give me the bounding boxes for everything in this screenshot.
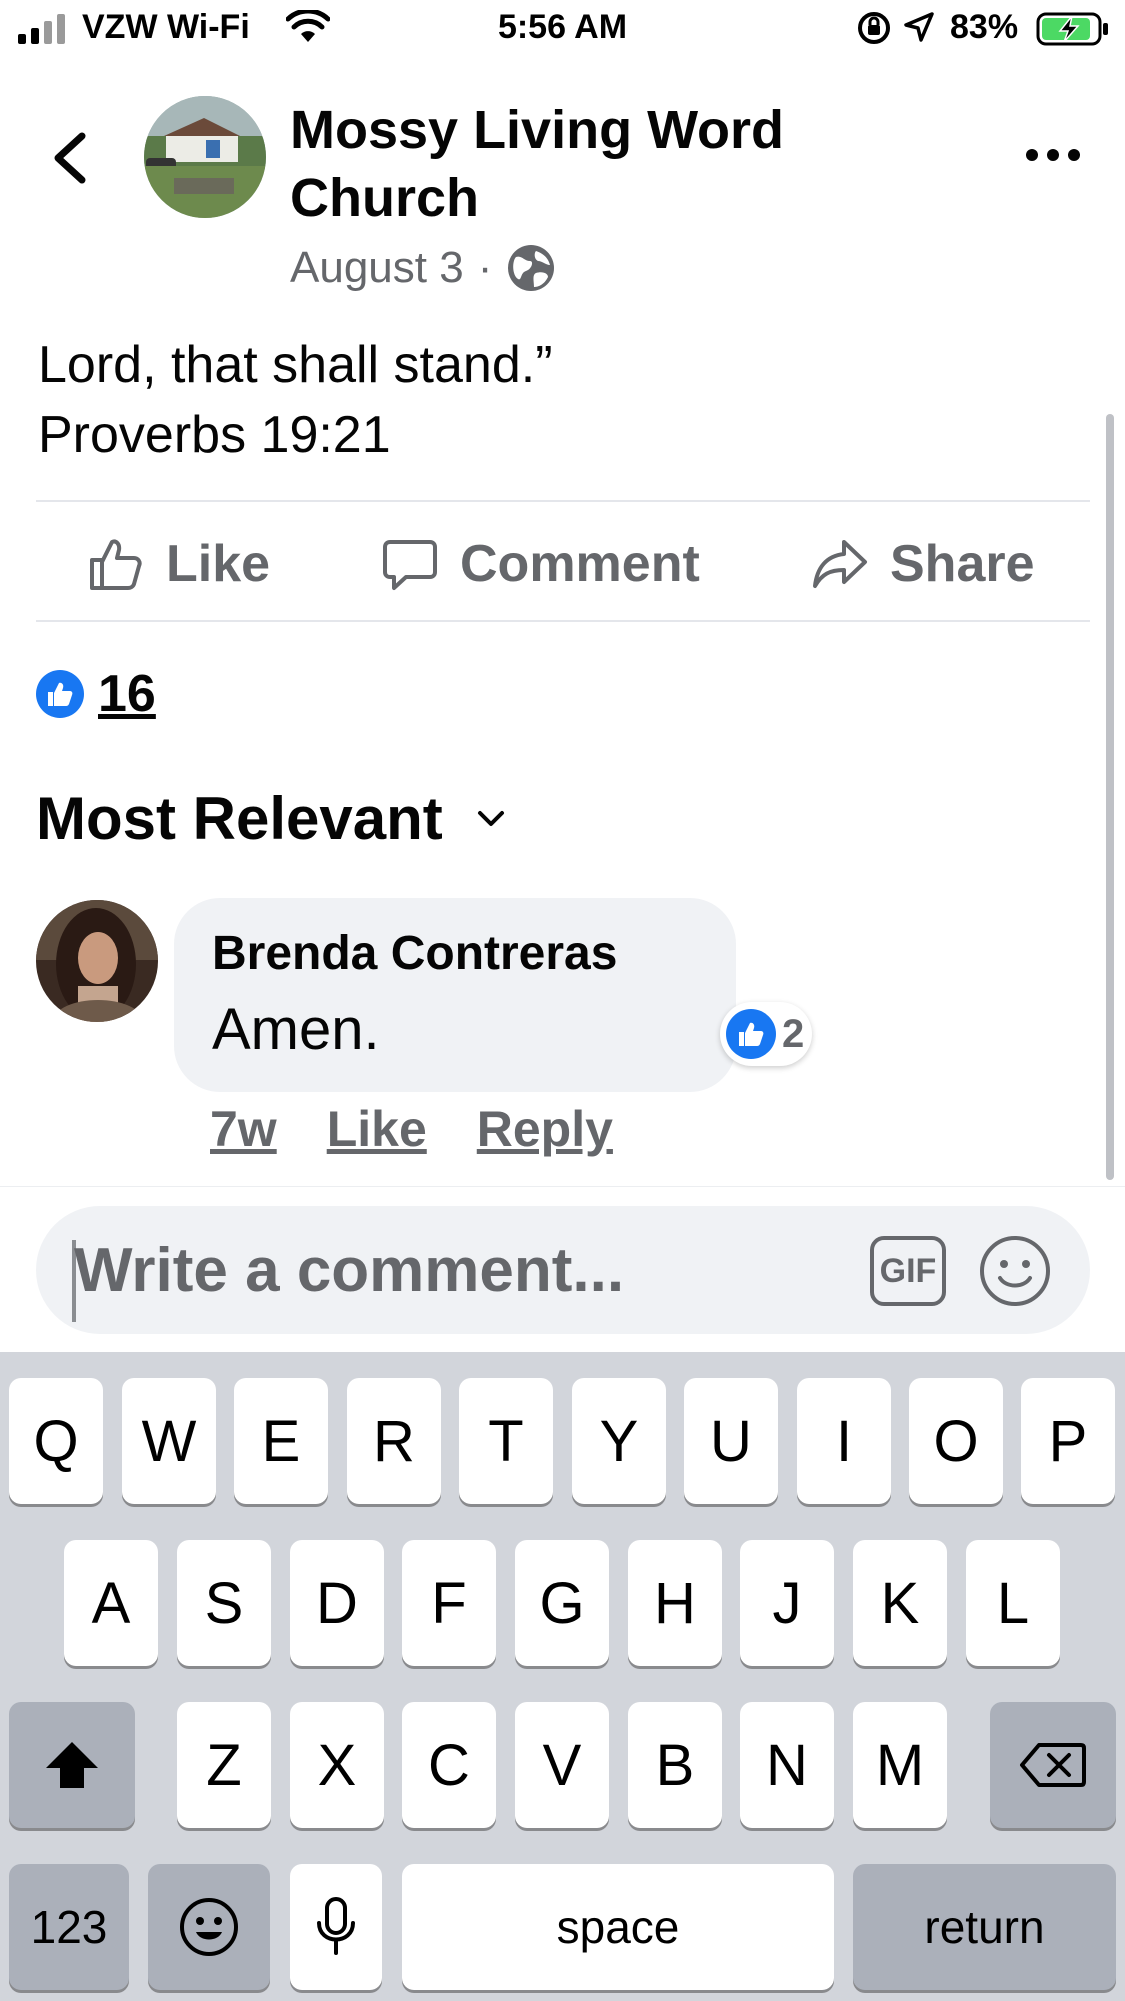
emoji-button[interactable]: [978, 1234, 1052, 1308]
share-label: Share: [890, 535, 1035, 593]
page-name[interactable]: Mossy Living Word Church: [290, 96, 890, 232]
comment-sort-selector[interactable]: Most Relevant: [36, 784, 505, 853]
like-label: Like: [166, 535, 271, 593]
key-j[interactable]: J: [740, 1540, 834, 1666]
shift-arrow-icon: [46, 1742, 98, 1788]
key-v[interactable]: V: [515, 1702, 609, 1828]
comment-input[interactable]: [74, 1220, 834, 1320]
post-actions: Like Comment Share: [36, 508, 1090, 620]
key-o[interactable]: O: [909, 1378, 1003, 1504]
comment-bubble[interactable]: Brenda Contreras Amen.: [174, 898, 736, 1092]
key-b[interactable]: B: [628, 1702, 722, 1828]
like-button[interactable]: Like: [88, 508, 270, 620]
key-x[interactable]: X: [290, 1702, 384, 1828]
microphone-icon: [317, 1897, 355, 1955]
emoji-keyboard-key[interactable]: [148, 1864, 270, 1990]
key-q[interactable]: Q: [9, 1378, 103, 1504]
key-z[interactable]: Z: [177, 1702, 271, 1828]
comment-age[interactable]: 7w: [210, 1100, 277, 1158]
space-key[interactable]: space: [402, 1864, 834, 1990]
status-bar: VZW Wi-Fi 5:56 AM 83%: [0, 0, 1125, 60]
comment-actions: 7w Like Reply: [210, 1100, 663, 1158]
commenter-avatar[interactable]: [36, 900, 158, 1022]
orientation-lock-icon: [858, 12, 890, 44]
chevron-down-icon: [477, 810, 504, 826]
post-meta: August 3 ·: [290, 240, 556, 296]
key-d[interactable]: D: [290, 1540, 384, 1666]
comment-reply-button[interactable]: Reply: [477, 1100, 613, 1158]
meta-separator: ·: [477, 243, 493, 292]
shift-key[interactable]: [9, 1702, 135, 1828]
backspace-icon: [1020, 1743, 1086, 1787]
gif-button[interactable]: GIF: [870, 1236, 946, 1306]
comment-icon: [383, 540, 437, 590]
reaction-summary[interactable]: 16: [36, 664, 156, 724]
page-avatar[interactable]: [144, 96, 266, 218]
more-options-button[interactable]: [1024, 140, 1082, 170]
key-m[interactable]: M: [853, 1702, 947, 1828]
key-l[interactable]: L: [966, 1540, 1060, 1666]
dictation-key[interactable]: [290, 1864, 382, 1990]
gif-label: GIF: [879, 1251, 937, 1290]
comment-composer[interactable]: GIF: [36, 1206, 1090, 1334]
key-f[interactable]: F: [402, 1540, 496, 1666]
reaction-count[interactable]: 16: [98, 664, 156, 724]
key-s[interactable]: S: [177, 1540, 271, 1666]
key-y[interactable]: Y: [572, 1378, 666, 1504]
key-p[interactable]: P: [1021, 1378, 1115, 1504]
battery-charging-icon: [1036, 12, 1108, 46]
post-text-line: Lord, that shall stand.”: [38, 336, 553, 394]
post-text-line: Proverbs 19:21: [38, 406, 391, 464]
key-w[interactable]: W: [122, 1378, 216, 1504]
key-c[interactable]: C: [402, 1702, 496, 1828]
keyboard: Q W E R T Y U I O P A S D F G H J K L Z …: [0, 1352, 1125, 2001]
divider: [36, 620, 1090, 622]
key-k[interactable]: K: [853, 1540, 947, 1666]
scrollbar[interactable]: [1106, 414, 1114, 1180]
key-n[interactable]: N: [740, 1702, 834, 1828]
numbers-key[interactable]: 123: [9, 1864, 129, 1990]
comment-reaction-count: 2: [782, 1011, 805, 1056]
key-h[interactable]: H: [628, 1540, 722, 1666]
back-button[interactable]: [48, 130, 92, 186]
comment-author[interactable]: Brenda Contreras: [212, 926, 617, 981]
battery-percentage: 83%: [950, 8, 1019, 46]
post-text: Lord, that shall stand.” Proverbs 19:21: [38, 330, 1078, 470]
comment-label: Comment: [460, 535, 700, 593]
thumbs-up-icon: [90, 539, 142, 590]
key-a[interactable]: A: [64, 1540, 158, 1666]
key-e[interactable]: E: [234, 1378, 328, 1504]
divider: [36, 500, 1090, 502]
share-button[interactable]: Share: [812, 508, 1035, 620]
comment-button[interactable]: Comment: [382, 508, 700, 620]
key-u[interactable]: U: [684, 1378, 778, 1504]
return-key[interactable]: return: [853, 1864, 1116, 1990]
share-icon: [813, 540, 867, 588]
key-g[interactable]: G: [515, 1540, 609, 1666]
backspace-key[interactable]: [990, 1702, 1116, 1828]
like-reaction-icon: [726, 1009, 776, 1059]
key-r[interactable]: R: [347, 1378, 441, 1504]
emoji-icon: [180, 1898, 238, 1956]
comment-like-button[interactable]: Like: [327, 1100, 427, 1158]
globe-icon: [508, 245, 555, 291]
sort-label: Most Relevant: [36, 785, 443, 852]
comment-reaction-badge[interactable]: 2: [720, 1002, 813, 1066]
key-i[interactable]: I: [797, 1378, 891, 1504]
like-reaction-icon: [36, 670, 84, 718]
location-icon: [904, 12, 934, 42]
post-date[interactable]: August 3: [290, 243, 464, 293]
key-t[interactable]: T: [459, 1378, 553, 1504]
comment-text: Amen.: [212, 997, 380, 1062]
church-photo-image: [144, 96, 266, 218]
